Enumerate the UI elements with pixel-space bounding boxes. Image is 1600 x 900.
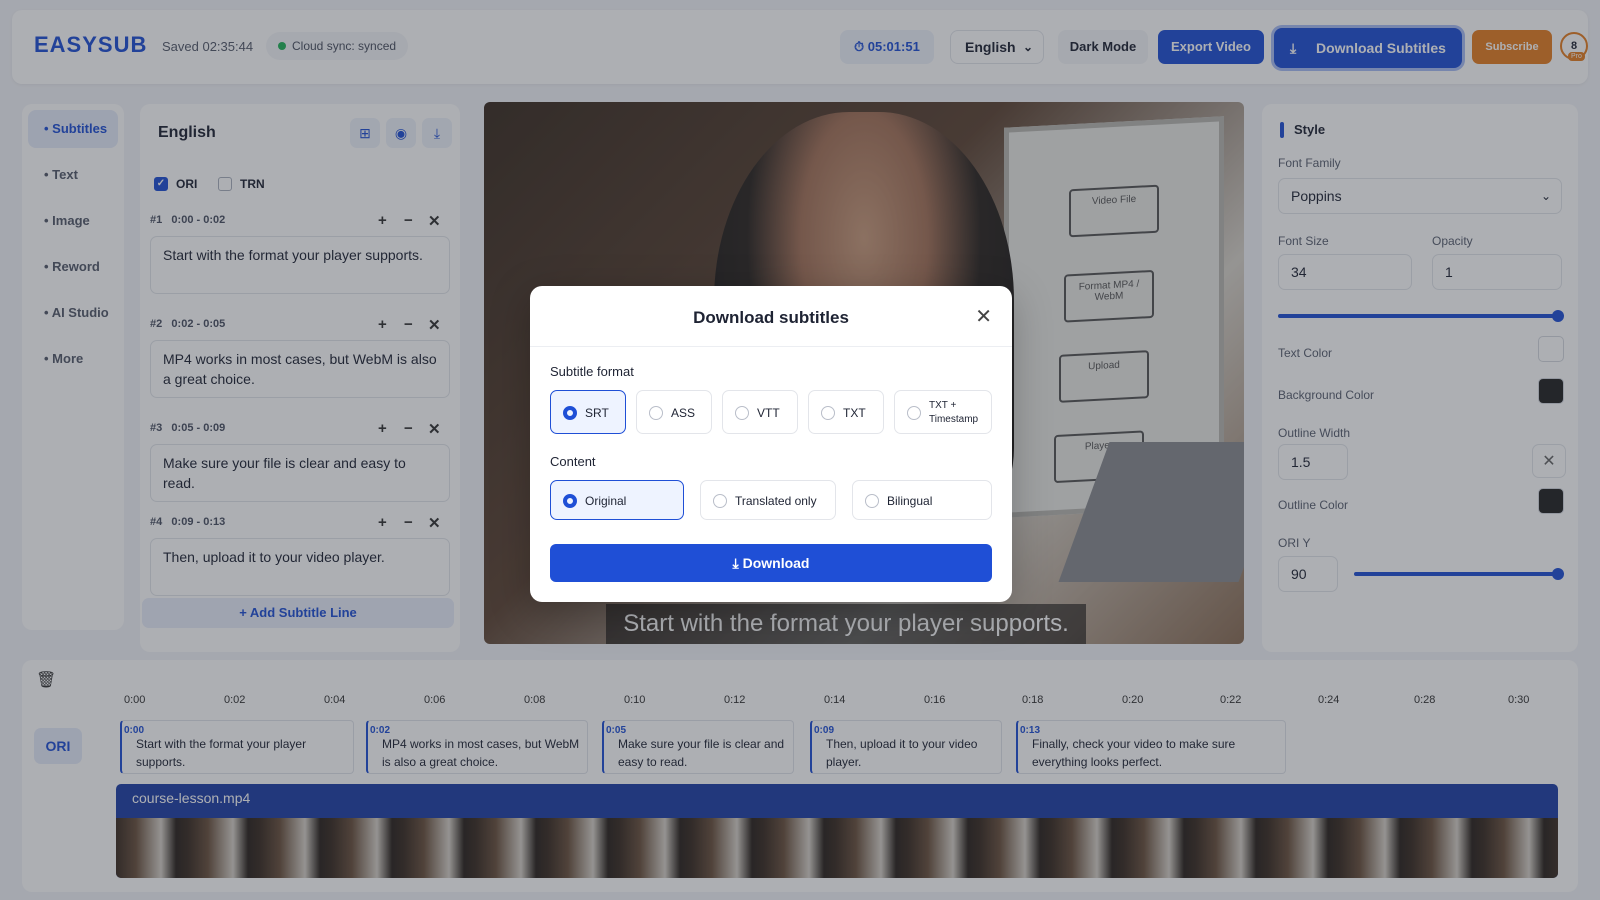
radio-icon — [713, 494, 727, 508]
content-option-bilingual[interactable]: Bilingual — [852, 480, 992, 520]
radio-icon — [865, 494, 879, 508]
download-button[interactable]: ⤓ Download — [550, 544, 992, 582]
option-label: TXT + Timestamp — [929, 400, 979, 425]
format-option-srt[interactable]: SRT — [550, 390, 626, 434]
content-option-translated-only[interactable]: Translated only — [700, 480, 836, 520]
radio-icon — [821, 406, 835, 420]
option-label: Translated only — [735, 494, 817, 508]
radio-icon — [563, 494, 577, 508]
radio-icon — [649, 406, 663, 420]
content-label: Content — [550, 454, 596, 469]
option-label: SRT — [585, 406, 609, 420]
format-option-vtt[interactable]: VTT — [722, 390, 798, 434]
format-option-ass[interactable]: ASS — [636, 390, 712, 434]
format-option-txt-timestamp[interactable]: TXT + Timestamp — [894, 390, 992, 434]
subtitle-format-label: Subtitle format — [550, 364, 634, 379]
option-label: Bilingual — [887, 494, 933, 508]
divider — [530, 346, 1012, 347]
download-subtitles-modal: Download subtitles ✕ Subtitle format SRT… — [530, 286, 1012, 602]
download-label: Download — [742, 555, 810, 571]
option-label: ASS — [671, 406, 696, 420]
close-icon[interactable]: ✕ — [975, 304, 992, 329]
radio-icon — [907, 406, 921, 420]
option-label: TXT — [843, 406, 866, 420]
radio-icon — [735, 406, 749, 420]
modal-title: Download subtitles — [693, 308, 849, 327]
format-option-txt[interactable]: TXT — [808, 390, 884, 434]
option-label: VTT — [757, 406, 780, 420]
download-icon: ⤓ — [732, 555, 743, 571]
radio-icon — [563, 406, 577, 420]
option-label: Original — [585, 494, 627, 508]
content-option-original[interactable]: Original — [550, 480, 684, 520]
